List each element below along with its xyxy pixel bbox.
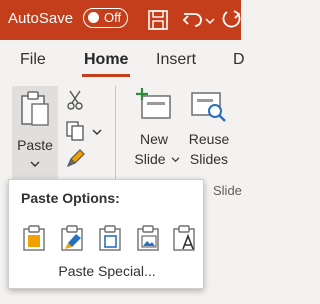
save-icon[interactable] — [146, 8, 170, 32]
undo-icon[interactable] — [181, 8, 205, 32]
chevron-down-icon — [30, 161, 40, 167]
toggle-knob — [88, 12, 99, 23]
format-painter-icon[interactable] — [66, 148, 86, 168]
autosave-toggle[interactable]: Off — [83, 8, 128, 28]
reuse-slides-button[interactable]: Reuse Slides — [184, 86, 234, 180]
new-slide-button[interactable]: New Slide — [127, 86, 181, 180]
paste-label: Paste — [17, 137, 53, 153]
undo-dropdown-chevron-icon[interactable] — [205, 16, 215, 26]
paste-special-menu-item[interactable]: Paste Special... — [9, 263, 205, 279]
keep-source-formatting-icon[interactable] — [59, 224, 85, 252]
group-divider — [115, 86, 116, 180]
new-slide-label-line2: Slide — [134, 151, 166, 167]
tab-design[interactable]: D — [233, 51, 245, 69]
tab-file[interactable]: File — [20, 51, 46, 69]
autosave-label: AutoSave — [8, 10, 74, 27]
reuse-slides-label-line1: Reuse — [188, 131, 230, 147]
autosave-toggle-state: Off — [104, 10, 122, 25]
slides-group-label: Slide — [213, 183, 242, 198]
title-bar: AutoSave Off — [0, 0, 241, 40]
picture-icon[interactable] — [135, 224, 161, 252]
reuse-slides-label-line2: Slides — [189, 151, 229, 167]
redo-icon[interactable] — [222, 8, 246, 32]
new-slide-icon — [136, 88, 171, 119]
paste-options-title: Paste Options: — [21, 190, 120, 206]
active-tab-indicator — [82, 74, 130, 77]
paste-options-menu: Paste Options: Paste Special... — [8, 179, 204, 289]
tab-insert[interactable]: Insert — [156, 51, 196, 69]
chevron-down-icon — [171, 157, 180, 163]
cut-icon[interactable] — [66, 90, 84, 110]
embed-icon[interactable] — [97, 224, 123, 252]
keep-text-only-icon[interactable] — [171, 224, 197, 252]
reuse-slides-icon — [191, 92, 226, 122]
copy-icon[interactable] — [66, 121, 86, 141]
clipboard-icon — [21, 91, 49, 126]
copy-dropdown-chevron-icon[interactable] — [92, 128, 102, 136]
paste-button[interactable]: Paste — [12, 86, 58, 180]
tab-home[interactable]: Home — [84, 51, 128, 69]
use-destination-theme-icon[interactable] — [21, 224, 47, 252]
new-slide-label-line1: New — [139, 131, 168, 147]
